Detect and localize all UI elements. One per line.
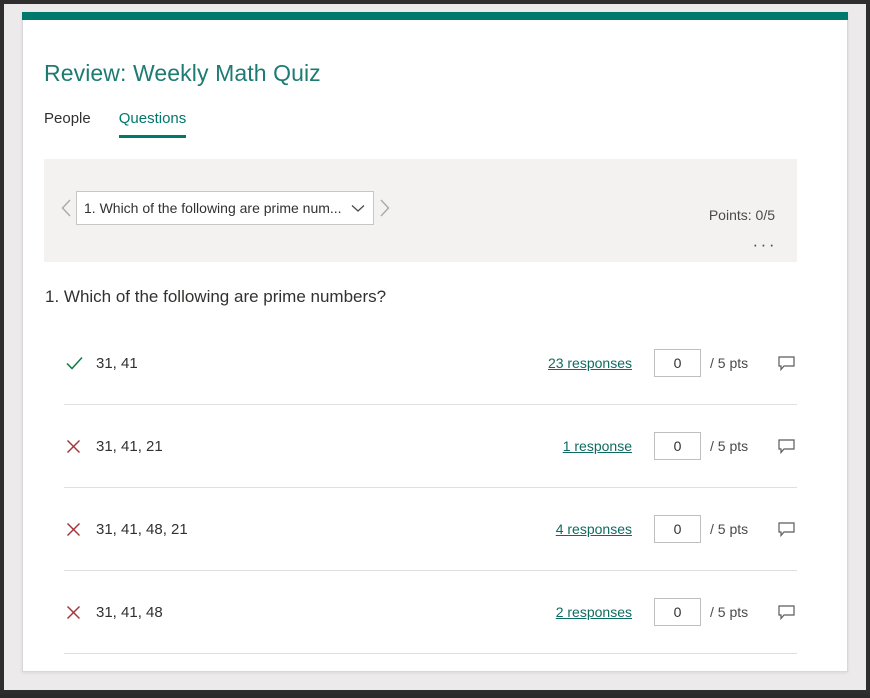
application-window: Review: Weekly Math Quiz People Question… xyxy=(0,0,870,694)
chevron-down-icon xyxy=(351,204,365,213)
score-input[interactable] xyxy=(654,349,701,377)
x-icon xyxy=(64,522,96,537)
answer-row-controls: 23 responses / 5 pts xyxy=(482,322,797,404)
tab-people-label: People xyxy=(44,110,91,127)
comment-icon[interactable] xyxy=(775,604,797,620)
comment-icon[interactable] xyxy=(775,355,797,371)
review-content: Review: Weekly Math Quiz People Question… xyxy=(4,12,866,698)
answer-list: 31, 41 23 responses / 5 pts xyxy=(64,322,797,654)
tab-people[interactable]: People xyxy=(44,110,91,138)
x-icon xyxy=(64,605,96,620)
answer-label: 31, 41 xyxy=(96,354,138,372)
answer-row: 31, 41, 21 1 response / 5 pts xyxy=(64,405,797,488)
responses-link[interactable]: 23 responses xyxy=(482,355,632,371)
check-icon xyxy=(64,356,96,370)
answer-label: 31, 41, 21 xyxy=(96,437,163,455)
answer-label: 31, 41, 48, 21 xyxy=(96,520,188,538)
comment-icon[interactable] xyxy=(775,521,797,537)
question-selector-panel: 1. Which of the following are prime num.… xyxy=(44,159,797,262)
page-title: Review: Weekly Math Quiz xyxy=(44,60,321,86)
x-icon xyxy=(64,439,96,454)
score-input[interactable] xyxy=(654,432,701,460)
chevron-left-icon[interactable] xyxy=(56,191,76,225)
responses-link[interactable]: 1 response xyxy=(482,438,632,454)
question-text: 1. Which of the following are prime numb… xyxy=(45,287,387,306)
answer-row: 31, 41, 48, 21 4 responses / 5 pts xyxy=(64,488,797,571)
responses-link[interactable]: 4 responses xyxy=(482,521,632,537)
answer-row: 31, 41 23 responses / 5 pts xyxy=(64,322,797,405)
answer-row-controls: 4 responses / 5 pts xyxy=(482,488,797,570)
points-suffix: / 5 pts xyxy=(710,521,749,537)
comment-icon[interactable] xyxy=(775,438,797,454)
answer-row-controls: 1 response / 5 pts xyxy=(482,405,797,487)
question-dropdown-label: 1. Which of the following are prime num.… xyxy=(84,200,342,216)
score-input[interactable] xyxy=(654,598,701,626)
question-nav-row: 1. Which of the following are prime num.… xyxy=(56,191,394,225)
answer-row-controls: 2 responses / 5 pts xyxy=(482,571,797,653)
answer-row: 31, 41, 48 2 responses / 5 pts xyxy=(64,571,797,654)
responses-link[interactable]: 2 responses xyxy=(482,604,632,620)
points-label: Points: 0/5 xyxy=(708,207,775,223)
score-input[interactable] xyxy=(654,515,701,543)
tab-questions[interactable]: Questions xyxy=(118,110,187,138)
tab-bar: People Questions xyxy=(44,110,186,138)
more-options-button[interactable]: ··· xyxy=(753,236,777,253)
chevron-right-icon[interactable] xyxy=(374,191,394,225)
answer-label: 31, 41, 48 xyxy=(96,603,163,621)
points-suffix: / 5 pts xyxy=(710,438,749,454)
tab-questions-label: Questions xyxy=(118,110,187,127)
question-dropdown[interactable]: 1. Which of the following are prime num.… xyxy=(76,191,374,225)
points-suffix: / 5 pts xyxy=(710,355,749,371)
points-suffix: / 5 pts xyxy=(710,604,749,620)
window-surface: Review: Weekly Math Quiz People Question… xyxy=(4,4,866,690)
